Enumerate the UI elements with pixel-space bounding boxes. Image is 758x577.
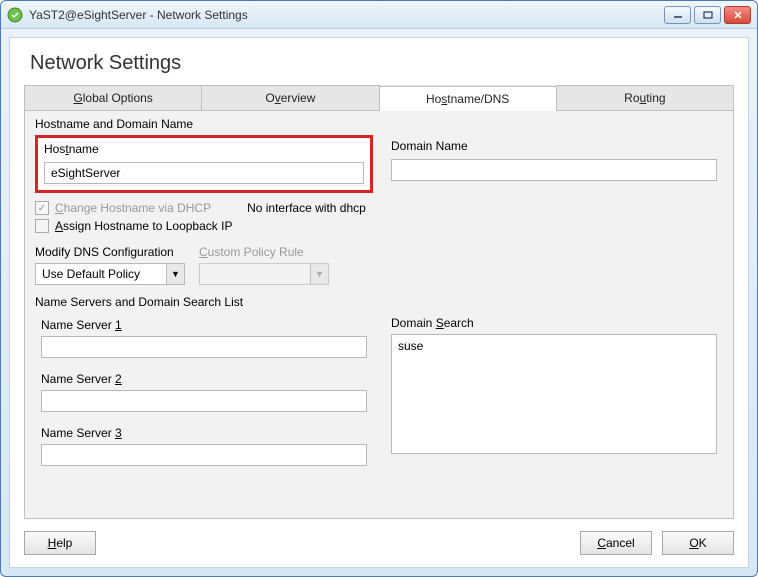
ns1-label: Name Server 1 [41,318,367,332]
custom-policy-select: ▼ [199,263,329,285]
tab-overview[interactable]: Overview [202,85,379,110]
ns-section-heading: Name Servers and Domain Search List [35,295,723,309]
tab-bar: Global Options Overview Hostname/DNS Rou… [24,85,734,111]
window-title: YaST2@eSightServer - Network Settings [29,8,661,22]
hostname-section-heading: Hostname and Domain Name [35,117,723,131]
ns3-label: Name Server 3 [41,426,367,440]
domain-search-label: Domain Search [391,316,717,330]
footer: Help Cancel OK [24,519,734,555]
assign-loopback-label: Assign Hostname to Loopback IP [55,219,232,233]
maximize-button[interactable] [694,6,721,24]
modify-dns-label: Modify DNS Configuration [35,245,185,259]
ns1-input[interactable] [41,336,367,358]
dropdown-icon: ▼ [166,264,184,284]
tab-hostname-dns[interactable]: Hostname/DNS [380,86,557,111]
tab-global-options[interactable]: Global Options [24,85,202,110]
hostname-label: Hostname [44,142,364,156]
assign-loopback-checkbox[interactable] [35,219,49,233]
no-interface-text: No interface with dhcp [247,201,366,215]
page-title: Network Settings [30,52,734,75]
tab-routing[interactable]: Routing [557,85,734,110]
window-frame: YaST2@eSightServer - Network Settings Ne… [0,0,758,577]
domain-label: Domain Name [391,139,717,153]
app-icon [7,7,23,23]
ok-button[interactable]: OK [662,531,734,555]
minimize-button[interactable] [664,6,691,24]
ns2-input[interactable] [41,390,367,412]
ns3-input[interactable] [41,444,367,466]
help-button[interactable]: Help [24,531,96,555]
hostname-highlight: Hostname [35,135,373,193]
domain-input[interactable] [391,159,717,181]
ns2-label: Name Server 2 [41,372,367,386]
content-area: Network Settings Global Options Overview… [9,37,749,568]
change-hostname-dhcp-checkbox [35,201,49,215]
modify-dns-value: Use Default Policy [36,267,166,281]
close-button[interactable] [724,6,751,24]
custom-policy-label: Custom Policy Rule [199,245,329,259]
tab-panel-hostname: Hostname and Domain Name Hostname Domain… [24,111,734,519]
change-hostname-dhcp-label: Change Hostname via DHCP [55,201,211,215]
dropdown-icon: ▼ [310,264,328,284]
domain-search-textarea[interactable] [391,334,717,454]
modify-dns-select[interactable]: Use Default Policy ▼ [35,263,185,285]
hostname-input[interactable] [44,162,364,184]
titlebar: YaST2@eSightServer - Network Settings [1,1,757,29]
cancel-button[interactable]: Cancel [580,531,652,555]
